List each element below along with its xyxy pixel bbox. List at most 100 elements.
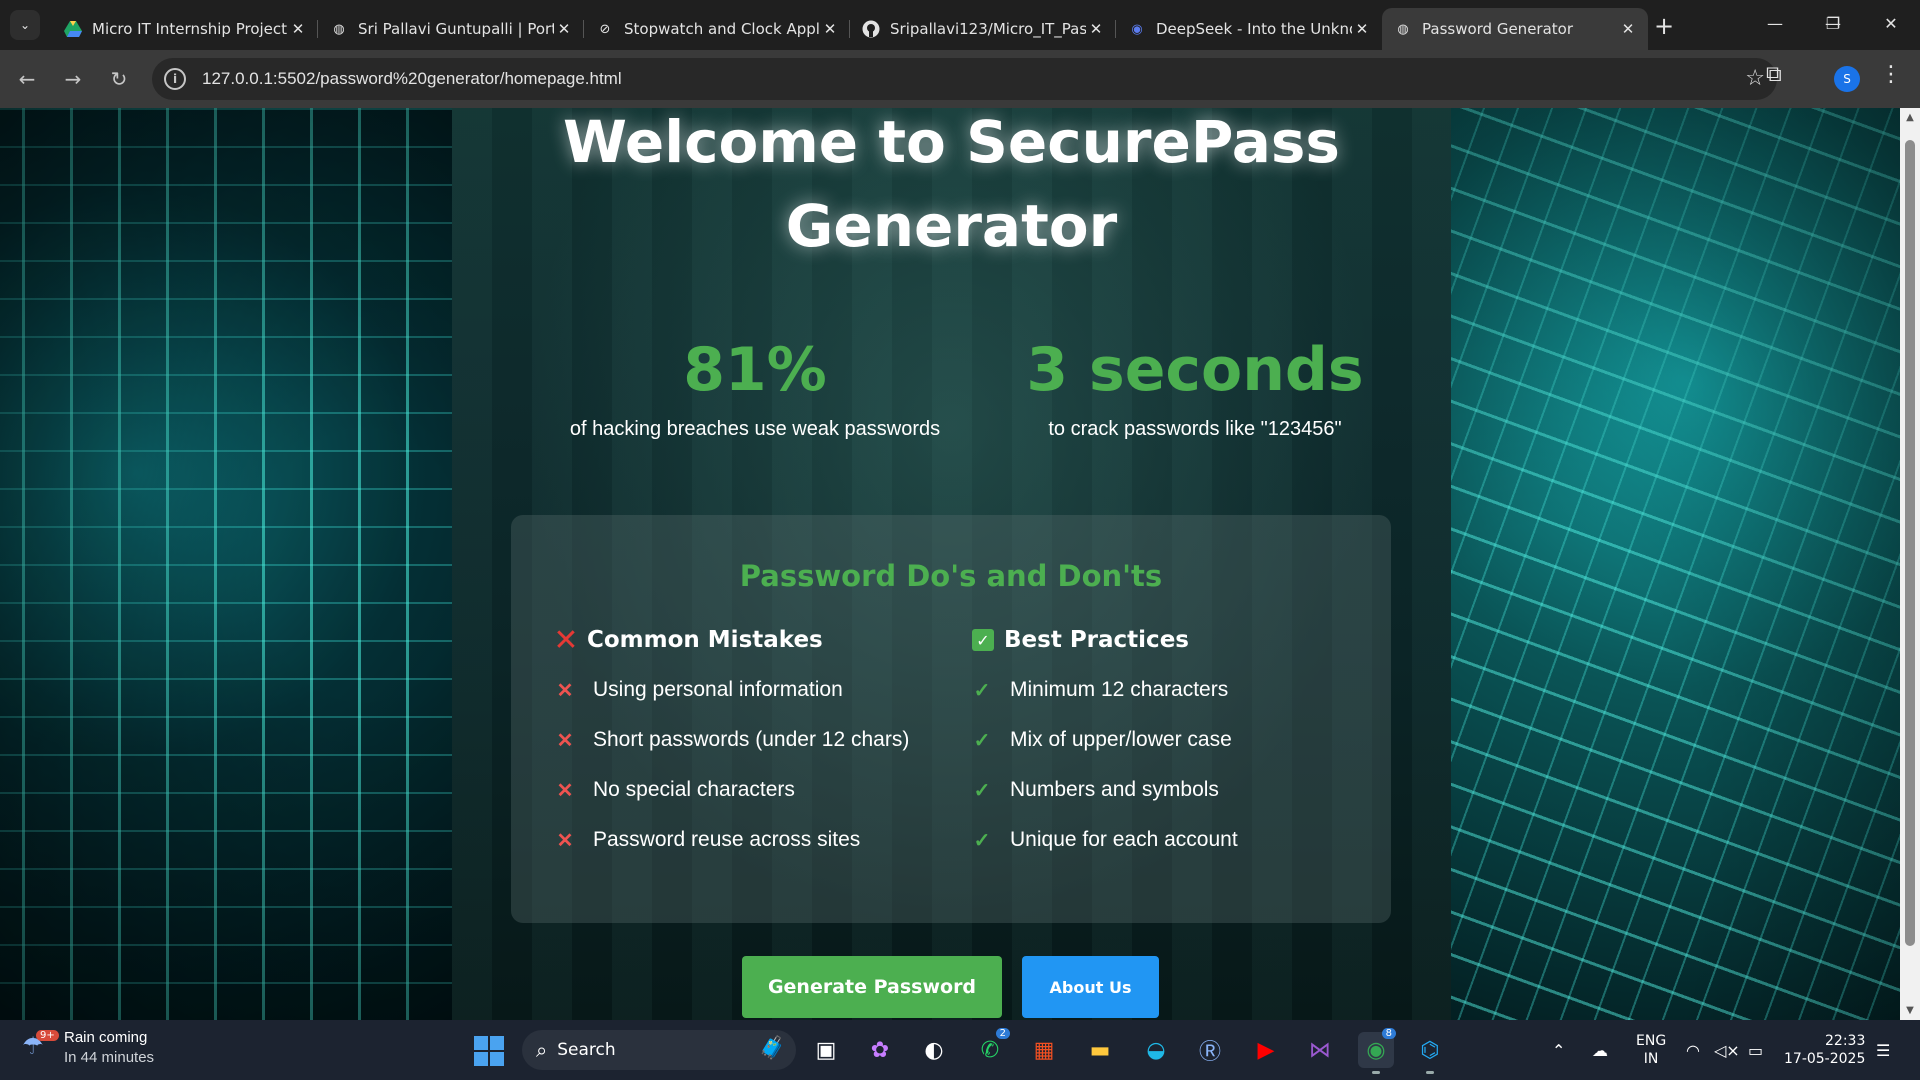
- windows-start-icon[interactable]: [474, 1036, 504, 1066]
- cross-icon: ✕: [556, 729, 574, 752]
- list-item-text: Unique for each account: [1010, 828, 1238, 851]
- tab-portfolio[interactable]: ◍ Sri Pallavi Guntupalli | Portf ✕: [318, 8, 584, 50]
- list-item: ✓ Unique for each account: [970, 825, 1238, 855]
- whatsapp-icon[interactable]: ✆ 2: [972, 1028, 1010, 1068]
- column-heading-text: Best Practices: [1004, 627, 1189, 653]
- dos-and-donts-card: Password Do's and Don'ts ✕ Common Mistak…: [511, 515, 1391, 923]
- extensions-icon[interactable]: ⧉: [1766, 62, 1794, 92]
- stopwatch-icon: ⊘: [599, 21, 611, 37]
- scrollbar[interactable]: ▲ ▼: [1900, 108, 1920, 1020]
- task-view-icon[interactable]: ▣: [808, 1032, 844, 1068]
- stat-value: 81%: [683, 335, 827, 405]
- microsoft-store-icon[interactable]: ▦: [1026, 1032, 1062, 1068]
- taskbar: ☂ 9+ Rain coming In 44 minutes ⌕ Search …: [0, 1020, 1920, 1080]
- circuit-background-right: [1451, 108, 1920, 1020]
- back-icon[interactable]: ←: [12, 64, 42, 94]
- url-text[interactable]: 127.0.0.1:5502/password%20generator/home…: [202, 69, 622, 89]
- close-icon[interactable]: ✕: [1352, 19, 1372, 39]
- youtube-icon[interactable]: ▶: [1248, 1032, 1284, 1068]
- notification-bell-icon[interactable]: ☰: [1876, 1020, 1890, 1080]
- region-code: IN: [1643, 1051, 1659, 1067]
- stat-label: of hacking breaches use weak passwords: [569, 418, 941, 440]
- weather-widget[interactable]: ☂ 9+ Rain coming In 44 minutes: [22, 1028, 154, 1068]
- chevron-up-icon[interactable]: ⌃: [1552, 1020, 1565, 1080]
- weather-title: Rain coming: [64, 1029, 148, 1046]
- rain-icon: ☂ 9+: [22, 1030, 59, 1064]
- r-app-icon[interactable]: Ⓡ: [1192, 1032, 1228, 1068]
- list-item-text: Numbers and symbols: [1010, 778, 1219, 801]
- minimize-icon[interactable]: —: [1746, 0, 1804, 46]
- bookmark-star-icon[interactable]: ☆: [1745, 66, 1765, 91]
- card-title: Password Do's and Don'ts: [739, 559, 1163, 593]
- tab-stopwatch[interactable]: ⊘ Stopwatch and Clock Appli ✕: [584, 8, 850, 50]
- wifi-icon[interactable]: ◠: [1686, 1020, 1700, 1080]
- site-info-icon[interactable]: i: [164, 68, 186, 90]
- avatar[interactable]: S: [1834, 66, 1860, 92]
- stat-crack-time: 3 seconds to crack passwords like "12345…: [990, 334, 1400, 441]
- globe-icon: ◍: [333, 21, 345, 37]
- speaker-muted-icon[interactable]: ◁×: [1714, 1020, 1740, 1080]
- check-icon: ✓: [973, 829, 991, 852]
- active-indicator: [1426, 1071, 1434, 1074]
- taskbar-search[interactable]: ⌕ Search 🧳: [522, 1030, 796, 1070]
- language-indicator[interactable]: ENG IN: [1636, 1032, 1666, 1068]
- generate-password-button[interactable]: Generate Password: [742, 956, 1002, 1018]
- cross-icon: ✕: [553, 622, 579, 658]
- weather-text: Rain coming In 44 minutes: [64, 1028, 154, 1068]
- about-us-button[interactable]: About Us: [1022, 956, 1159, 1018]
- scroll-up-icon[interactable]: ▲: [1904, 112, 1916, 123]
- tab-title: Password Generator: [1422, 20, 1574, 38]
- common-mistakes-heading: ✕ Common Mistakes: [553, 622, 909, 658]
- close-icon[interactable]: ✕: [554, 19, 574, 39]
- github-icon: [862, 20, 880, 38]
- list-item-text: Minimum 12 characters: [1010, 678, 1229, 701]
- restore-icon[interactable]: ❐: [1804, 0, 1862, 46]
- forward-icon[interactable]: →: [58, 64, 88, 94]
- tab-micro-it-internship[interactable]: Micro IT Internship Project ✕: [52, 8, 318, 50]
- tab-password-generator[interactable]: ◍ Password Generator ✕: [1382, 8, 1648, 50]
- clock[interactable]: 22:33 17-05-2025: [1784, 1032, 1865, 1068]
- scrollbar-thumb[interactable]: [1905, 140, 1915, 946]
- checkbox-icon: ✓: [970, 627, 996, 653]
- menu-icon[interactable]: ⋮: [1880, 62, 1902, 87]
- new-tab-button[interactable]: +: [1650, 12, 1678, 40]
- window-close-icon[interactable]: ✕: [1862, 0, 1920, 46]
- active-indicator: [1372, 1071, 1380, 1074]
- file-explorer-icon[interactable]: ▬: [1082, 1032, 1118, 1068]
- notification-badge: 9+: [36, 1030, 59, 1041]
- browser-app-icon[interactable]: ◐: [916, 1032, 952, 1068]
- clock-time: 22:33: [1825, 1033, 1866, 1049]
- tab-title: Stopwatch and Clock Appli: [624, 20, 820, 38]
- edge-icon[interactable]: ◒: [1138, 1032, 1174, 1068]
- close-icon[interactable]: ✕: [1086, 19, 1106, 39]
- notification-badge: 8: [1381, 1028, 1396, 1039]
- deepseek-icon: ◉: [1131, 21, 1143, 37]
- vscode-icon[interactable]: ⌬: [1412, 1032, 1448, 1074]
- tab-deepseek[interactable]: ◉ DeepSeek - Into the Unkno ✕: [1116, 8, 1382, 50]
- cross-icon: ✕: [556, 829, 574, 852]
- stat-label: to crack passwords like "123456": [1048, 418, 1342, 440]
- battery-icon[interactable]: ▭: [1748, 1020, 1763, 1080]
- visual-studio-icon[interactable]: ⋈: [1302, 1032, 1338, 1068]
- tab-search-button[interactable]: ⌄: [10, 10, 40, 40]
- list-item-text: Mix of upper/lower case: [1010, 728, 1232, 751]
- close-icon[interactable]: ✕: [1618, 19, 1638, 39]
- cross-icon: ✕: [556, 779, 574, 802]
- scroll-down-icon[interactable]: ▼: [1904, 1005, 1916, 1016]
- common-mistakes-column: ✕ Common Mistakes ✕ Using personal inform…: [553, 622, 910, 855]
- list-item-text: Short passwords (under 12 chars): [593, 728, 910, 751]
- copilot-icon[interactable]: ✿: [862, 1032, 898, 1068]
- page-viewport: Welcome to SecurePass Generator 81% of h…: [0, 108, 1920, 1020]
- onedrive-icon[interactable]: ☁: [1592, 1020, 1608, 1080]
- browser-tab-strip: ⌄ Micro IT Internship Project ✕ ◍ Sri Pa…: [0, 0, 1920, 50]
- reload-icon[interactable]: ↻: [104, 64, 134, 94]
- tab-github[interactable]: Sripallavi123/Micro_IT_Pas ✕: [850, 8, 1116, 50]
- close-icon[interactable]: ✕: [288, 19, 308, 39]
- chrome-icon[interactable]: ◉ 8: [1358, 1028, 1396, 1074]
- stat-value: 3 seconds: [1026, 335, 1364, 405]
- notification-badge: 2: [995, 1028, 1010, 1039]
- weather-subtitle: In 44 minutes: [64, 1049, 155, 1066]
- tab-title: DeepSeek - Into the Unkno: [1156, 20, 1352, 38]
- address-bar[interactable]: i 127.0.0.1:5502/password%20generator/ho…: [152, 58, 1777, 100]
- close-icon[interactable]: ✕: [820, 19, 840, 39]
